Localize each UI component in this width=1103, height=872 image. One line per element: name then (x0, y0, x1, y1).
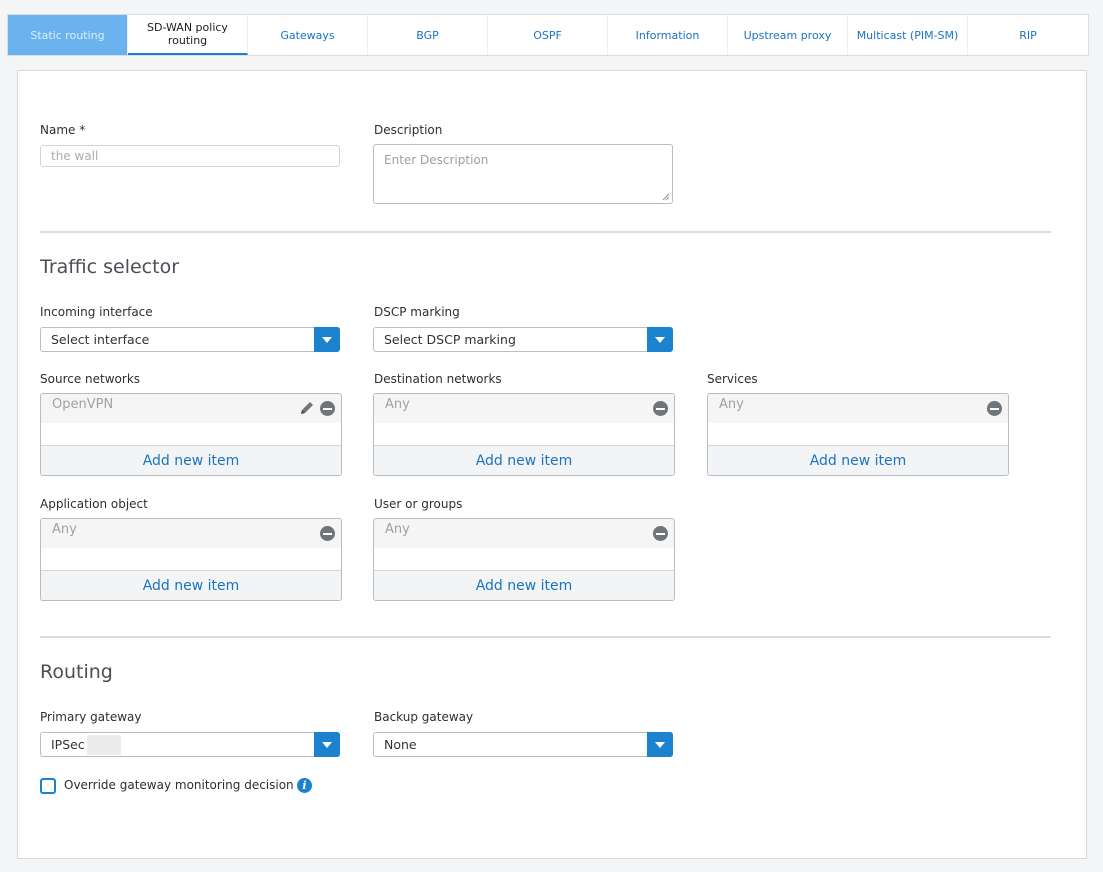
list-item: OpenVPN (41, 394, 341, 423)
minus-circle-icon[interactable] (653, 401, 668, 416)
dscp-marking-select[interactable]: Select DSCP marking (373, 327, 673, 352)
add-application-object-button[interactable]: Add new item (41, 570, 341, 600)
incoming-interface-value: Select interface (51, 332, 150, 347)
user-or-groups-value: Any (385, 522, 410, 537)
tab-upstream-proxy[interactable]: Upstream proxy (728, 15, 848, 55)
chevron-down-icon[interactable] (647, 327, 673, 352)
backup-gateway-value: None (384, 737, 417, 752)
add-service-button[interactable]: Add new item (708, 445, 1008, 475)
section-divider (40, 231, 1051, 233)
tab-rip[interactable]: RIP (968, 15, 1088, 55)
service-value: Any (719, 397, 744, 412)
override-gateway-label: Override gateway monitoring decision (64, 778, 294, 792)
application-object-value: Any (52, 522, 77, 537)
tab-ospf[interactable]: OSPF (488, 15, 608, 55)
list-item: Any (708, 394, 1008, 423)
minus-circle-icon[interactable] (320, 526, 335, 541)
services-list: Any Add new item (707, 393, 1009, 476)
minus-circle-icon[interactable] (653, 526, 668, 541)
primary-gateway-value: IPSec (51, 737, 85, 752)
tab-multicast[interactable]: Multicast (PIM-SM) (848, 15, 968, 55)
chevron-down-icon[interactable] (647, 732, 673, 757)
backup-gateway-label: Backup gateway (374, 710, 474, 724)
application-object-label: Application object (40, 497, 148, 511)
incoming-interface-select[interactable]: Select interface (40, 327, 340, 352)
primary-gateway-label: Primary gateway (40, 710, 142, 724)
minus-circle-icon[interactable] (320, 401, 335, 416)
name-value: the wall (51, 149, 99, 163)
destination-networks-list: Any Add new item (373, 393, 675, 476)
tab-bar: Static routing SD-WAN policy routing Gat… (7, 14, 1089, 56)
chevron-down-icon[interactable] (314, 327, 340, 352)
redacted-area (86, 734, 121, 755)
minus-circle-icon[interactable] (987, 401, 1002, 416)
source-networks-label: Source networks (40, 372, 141, 386)
list-item: Any (374, 394, 674, 423)
pencil-icon[interactable] (299, 400, 315, 416)
application-object-list: Any Add new item (40, 518, 342, 601)
primary-gateway-select[interactable]: IPSec (40, 732, 340, 757)
source-network-value: OpenVPN (52, 397, 114, 412)
user-or-groups-list: Any Add new item (373, 518, 675, 601)
description-placeholder: Enter Description (384, 153, 489, 167)
services-label: Services (707, 372, 758, 386)
source-networks-list: OpenVPN Add new item (40, 393, 342, 476)
add-source-network-button[interactable]: Add new item (41, 445, 341, 475)
info-icon[interactable]: i (297, 778, 312, 793)
list-item: Any (374, 519, 674, 548)
list-item: Any (41, 519, 341, 548)
description-textarea[interactable]: Enter Description (373, 144, 673, 204)
destination-networks-label: Destination networks (374, 372, 502, 386)
tab-static-routing[interactable]: Static routing (8, 15, 128, 55)
add-destination-network-button[interactable]: Add new item (374, 445, 674, 475)
tab-bgp[interactable]: BGP (368, 15, 488, 55)
traffic-selector-title: Traffic selector (40, 256, 180, 278)
chevron-down-icon[interactable] (314, 732, 340, 757)
section-divider (40, 636, 1051, 638)
description-label: Description (374, 123, 443, 137)
incoming-interface-label: Incoming interface (40, 305, 153, 319)
override-gateway-checkbox[interactable] (40, 778, 56, 794)
name-input[interactable]: the wall (40, 145, 340, 167)
name-label: Name * (40, 123, 86, 137)
tab-gateways[interactable]: Gateways (248, 15, 368, 55)
backup-gateway-select[interactable]: None (373, 732, 673, 757)
tab-information[interactable]: Information (608, 15, 728, 55)
destination-network-value: Any (385, 397, 410, 412)
dscp-marking-label: DSCP marking (374, 305, 460, 319)
user-or-groups-label: User or groups (374, 497, 463, 511)
resize-grip-icon[interactable] (662, 193, 670, 201)
dscp-marking-value: Select DSCP marking (384, 332, 516, 347)
tab-sd-wan-policy-routing[interactable]: SD-WAN policy routing (128, 15, 248, 55)
policy-form-panel: Name * the wall Description Enter Descri… (17, 70, 1087, 859)
add-user-or-group-button[interactable]: Add new item (374, 570, 674, 600)
routing-title: Routing (40, 661, 113, 683)
